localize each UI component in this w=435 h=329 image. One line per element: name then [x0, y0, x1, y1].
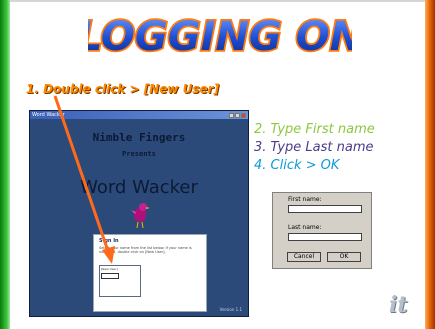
step-1-instruction: 1. Double click > [New User]: [26, 82, 220, 96]
app-heading-3: Word Wacker: [80, 177, 198, 198]
app-titlebar: Word Wacker: [30, 111, 248, 119]
sign-in-title: Sign In: [99, 238, 119, 244]
sign-in-instructions: Select your name from the list below. If…: [99, 246, 192, 254]
sign-in-panel: Sign In Select your name from the list b…: [93, 234, 207, 312]
page-title-text: LOGGING ON: [88, 14, 352, 60]
right-orange-bar: [425, 0, 435, 329]
minimize-icon: [229, 112, 234, 118]
app-window-screenshot: Word Wacker Nimble Fingers Presents Word…: [29, 110, 249, 317]
first-name-label: First name:: [288, 196, 322, 203]
maximize-icon: [235, 112, 240, 118]
slide: LOGGING ON 1. Double click > [New User] …: [0, 0, 435, 329]
close-icon: [241, 112, 246, 118]
selected-list-item[interactable]: [101, 273, 119, 279]
user-list[interactable]: [New User]: [99, 265, 141, 297]
page-title: LOGGING ON: [88, 12, 352, 62]
step-4: 4. Click > OK: [254, 158, 340, 173]
first-name-field[interactable]: [288, 205, 362, 213]
cancel-button[interactable]: Cancel: [287, 252, 321, 262]
step-3: 3. Type Last name: [254, 140, 374, 155]
ok-button[interactable]: OK: [327, 252, 361, 262]
window-controls: [229, 112, 246, 118]
left-green-bar: [0, 0, 10, 329]
step-2: 2. Type First name: [254, 122, 375, 137]
app-heading-1: Nimble Fingers: [92, 131, 186, 144]
new-user-list-item[interactable]: [New User]: [100, 266, 140, 272]
bird-icon: [131, 203, 150, 229]
top-edge: [10, 0, 425, 2]
app-heading-2: Presents: [122, 150, 156, 158]
last-name-label: Last name:: [288, 224, 322, 231]
step-list: 2. Type First name 3. Type Last name 4. …: [254, 122, 375, 176]
version-label: Version 1.1: [219, 307, 242, 312]
logo: it: [389, 292, 408, 318]
app-window-title: Word Wacker: [32, 112, 65, 118]
new-user-dialog: First name: Last name: Cancel OK: [272, 192, 372, 269]
last-name-field[interactable]: [288, 233, 362, 241]
